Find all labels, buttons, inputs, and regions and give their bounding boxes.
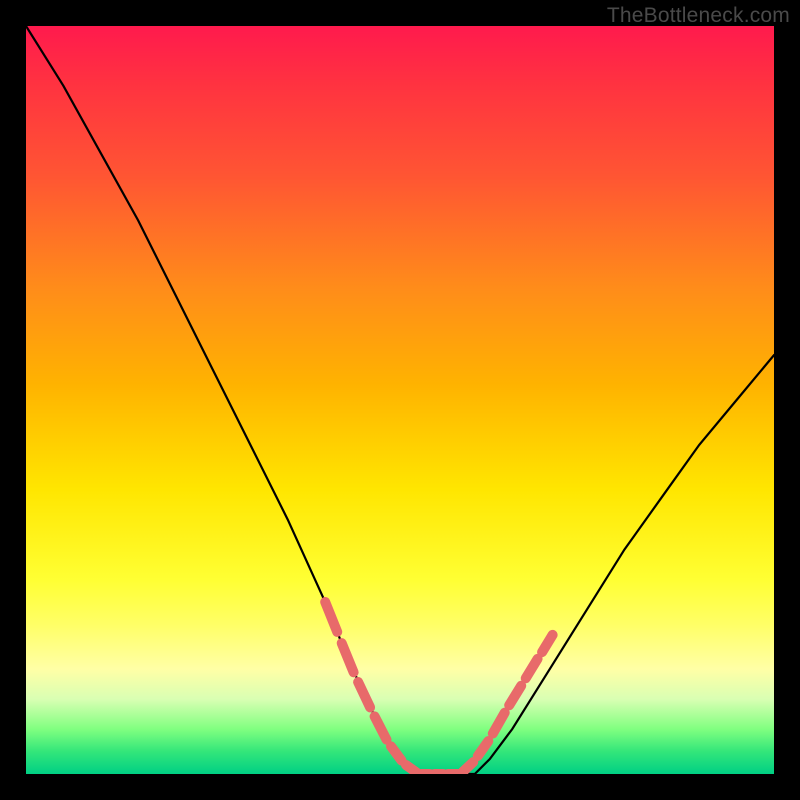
highlight-dash [406,765,417,773]
highlight-dash [375,716,387,739]
bottleneck-curve [26,26,774,774]
highlight-dash [342,643,354,672]
highlight-dash [478,741,489,756]
highlight-dashes [325,602,552,774]
highlight-dash [391,746,402,760]
highlight-dash [463,762,474,772]
highlight-dash [358,682,370,707]
curve-layer [26,26,774,774]
highlight-dash [325,602,337,632]
watermark-text: TheBottleneck.com [607,4,790,28]
highlight-dash [542,635,553,652]
plot-area [26,26,774,774]
highlight-dash [493,713,505,734]
highlight-dash [509,686,521,706]
chart-frame: TheBottleneck.com [0,0,800,800]
highlight-dash [526,659,538,679]
